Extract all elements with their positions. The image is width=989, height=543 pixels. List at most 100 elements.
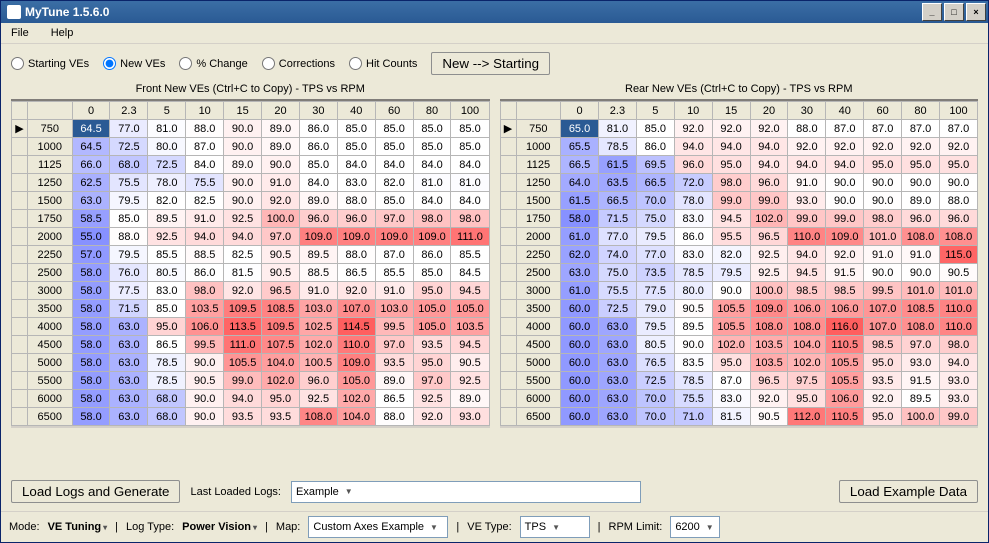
grid-cell[interactable]: 100.0	[750, 282, 788, 300]
grid-cell[interactable]: 90.0	[939, 174, 977, 192]
col-header[interactable]: 40	[337, 102, 375, 120]
grid-cell[interactable]: 90.5	[451, 354, 489, 372]
row-header[interactable]: 2250	[28, 246, 73, 264]
row-header[interactable]: 1125	[28, 156, 73, 174]
grid-cell[interactable]: 86.0	[299, 120, 337, 138]
grid-cell[interactable]: 84.0	[451, 192, 489, 210]
row-marker[interactable]	[500, 336, 516, 354]
grid-cell[interactable]: 86.5	[337, 264, 375, 282]
grid-cell[interactable]: 61.0	[561, 228, 599, 246]
grid-cell[interactable]: 86.5	[148, 336, 186, 354]
grid-cell[interactable]: 87.0	[375, 246, 413, 264]
grid-cell[interactable]: 95.0	[413, 354, 451, 372]
grid-cell[interactable]: 60.0	[561, 318, 599, 336]
grid-cell[interactable]: 95.0	[262, 390, 300, 408]
row-marker[interactable]	[12, 372, 28, 390]
grid-cell[interactable]: 105.0	[413, 300, 451, 318]
grid-cell[interactable]: 85.0	[337, 120, 375, 138]
grid-cell[interactable]: 96.0	[750, 174, 788, 192]
grid-cell[interactable]: 95.0	[788, 390, 826, 408]
grid-cell[interactable]: 94.5	[788, 264, 826, 282]
grid-cell[interactable]: 96.0	[299, 372, 337, 390]
col-header[interactable]: 0	[561, 102, 599, 120]
grid-cell[interactable]: 107.0	[864, 300, 902, 318]
row-marker[interactable]	[12, 210, 28, 228]
row-header[interactable]: 4500	[28, 336, 73, 354]
grid-cell[interactable]: 88.5	[299, 264, 337, 282]
grid-cell[interactable]: 90.0	[224, 174, 262, 192]
row-header[interactable]: 1500	[28, 192, 73, 210]
grid-cell[interactable]: 93.5	[224, 408, 262, 426]
grid-cell[interactable]: 103.5	[750, 336, 788, 354]
grid-cell[interactable]: 94.5	[712, 210, 750, 228]
grid-cell[interactable]: 102.0	[262, 372, 300, 390]
row-header[interactable]: 1500	[516, 192, 561, 210]
grid-cell[interactable]: 70.0	[636, 408, 674, 426]
grid-cell[interactable]: 86.0	[299, 138, 337, 156]
grid-cell[interactable]: 89.5	[674, 318, 712, 336]
grid-cell[interactable]: 92.5	[750, 246, 788, 264]
row-header[interactable]: 3500	[516, 300, 561, 318]
grid-cell[interactable]: 83.0	[148, 282, 186, 300]
grid-cell[interactable]: 60.0	[561, 336, 599, 354]
grid-cell[interactable]: 110.0	[939, 318, 977, 336]
row-marker[interactable]	[12, 174, 28, 192]
grid-cell[interactable]: 63.0	[598, 354, 636, 372]
grid-cell[interactable]: 90.5	[939, 264, 977, 282]
grid-cell[interactable]: 89.5	[299, 246, 337, 264]
row-marker[interactable]	[12, 192, 28, 210]
grid-cell[interactable]: 93.0	[902, 354, 940, 372]
row-header[interactable]: 1250	[516, 174, 561, 192]
grid-cell[interactable]: 101.0	[864, 228, 902, 246]
row-header[interactable]: 5000	[516, 354, 561, 372]
grid-cell[interactable]: 79.5	[636, 228, 674, 246]
grid-cell[interactable]: 97.0	[375, 210, 413, 228]
grid-cell[interactable]: 78.5	[598, 138, 636, 156]
grid-cell[interactable]: 87.0	[939, 120, 977, 138]
grid-cell[interactable]: 85.0	[337, 138, 375, 156]
grid-cell[interactable]: 92.5	[451, 372, 489, 390]
grid-cell[interactable]: 100.0	[262, 210, 300, 228]
grid-cell[interactable]: 86.0	[413, 246, 451, 264]
row-marker[interactable]	[12, 138, 28, 156]
row-header[interactable]: 1125	[516, 156, 561, 174]
row-marker[interactable]	[12, 336, 28, 354]
grid-cell[interactable]: 63.0	[561, 264, 599, 282]
row-header[interactable]: 5500	[28, 372, 73, 390]
grid-cell[interactable]: 58.0	[72, 390, 110, 408]
grid-cell[interactable]: 111.0	[224, 336, 262, 354]
grid-cell[interactable]: 101.0	[902, 282, 940, 300]
grid-cell[interactable]: 105.0	[413, 318, 451, 336]
grid-cell[interactable]: 75.0	[636, 210, 674, 228]
grid-cell[interactable]: 63.0	[598, 318, 636, 336]
grid-cell[interactable]: 105.5	[826, 372, 864, 390]
grid-cell[interactable]: 61.0	[561, 282, 599, 300]
grid-cell[interactable]: 97.0	[902, 336, 940, 354]
grid-cell[interactable]: 98.0	[712, 174, 750, 192]
grid-cell[interactable]: 106.0	[788, 300, 826, 318]
grid-cell[interactable]: 99.0	[826, 210, 864, 228]
grid-cell[interactable]: 92.0	[864, 138, 902, 156]
grid-cell[interactable]: 110.5	[826, 408, 864, 426]
grid-cell[interactable]: 95.0	[712, 354, 750, 372]
grid-cell[interactable]: 63.0	[598, 372, 636, 390]
grid-cell[interactable]: 96.0	[337, 210, 375, 228]
grid-cell[interactable]: 61.5	[598, 156, 636, 174]
row-marker[interactable]	[500, 174, 516, 192]
grid-cell[interactable]: 94.0	[750, 138, 788, 156]
grid-cell[interactable]: 87.0	[712, 372, 750, 390]
grid-cell[interactable]: 75.5	[110, 174, 148, 192]
grid-cell[interactable]: 58.0	[72, 372, 110, 390]
grid-cell[interactable]: 88.0	[375, 408, 413, 426]
grid-cell[interactable]: 58.0	[72, 318, 110, 336]
grid-cell[interactable]: 113.5	[224, 318, 262, 336]
row-marker[interactable]	[500, 300, 516, 318]
close-button[interactable]: ×	[966, 3, 986, 21]
grid-cell[interactable]: 76.0	[110, 264, 148, 282]
grid-cell[interactable]: 106.0	[826, 390, 864, 408]
row-header[interactable]: 1750	[28, 210, 73, 228]
grid-cell[interactable]: 63.0	[72, 192, 110, 210]
row-marker[interactable]	[12, 156, 28, 174]
grid-cell[interactable]: 93.0	[939, 390, 977, 408]
grid-cell[interactable]: 58.0	[72, 282, 110, 300]
